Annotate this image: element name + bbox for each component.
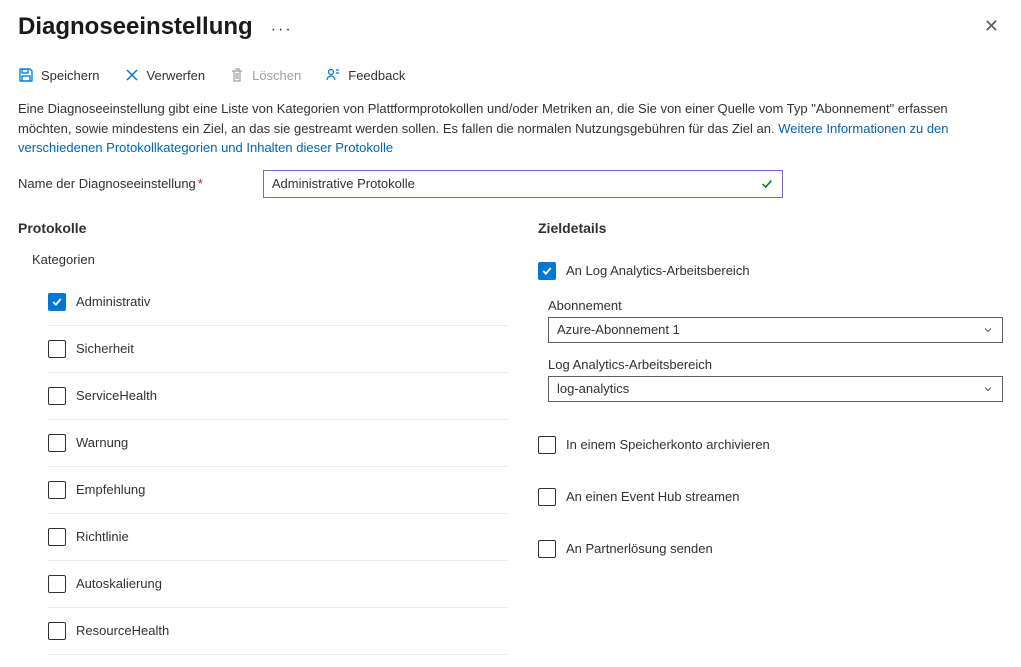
subscription-dropdown[interactable]: Azure-Abonnement 1 xyxy=(548,317,1003,343)
chevron-down-icon xyxy=(982,324,994,336)
category-label: Warnung xyxy=(76,435,128,450)
category-checkbox-servicehealth[interactable] xyxy=(48,387,66,405)
category-label: Administrativ xyxy=(76,294,150,309)
name-field-label-block: Name der Diagnoseeinstellung* xyxy=(18,176,203,191)
dest-storage-row: In einem Speicherkonto archivieren xyxy=(538,426,1003,464)
dest-partner-label: An Partnerlösung senden xyxy=(566,541,713,556)
category-checkbox-administrativ[interactable] xyxy=(48,293,66,311)
category-row: ServiceHealth xyxy=(48,373,508,420)
feedback-label: Feedback xyxy=(348,68,405,83)
dest-eventhub-label: An einen Event Hub streamen xyxy=(566,489,739,504)
discard-button[interactable]: Verwerfen xyxy=(124,67,206,83)
page-title: Diagnoseeinstellung xyxy=(18,13,253,41)
title-block: Diagnoseeinstellung ··· xyxy=(18,13,293,41)
required-indicator: * xyxy=(198,176,203,191)
save-label: Speichern xyxy=(41,68,100,83)
chevron-down-icon xyxy=(982,383,994,395)
dest-partner-row: An Partnerlösung senden xyxy=(538,530,1003,568)
destinations-column: Zieldetails An Log Analytics-Arbeitsbere… xyxy=(538,220,1003,655)
name-input[interactable]: Administrative Protokolle xyxy=(263,170,783,198)
check-icon xyxy=(760,177,774,191)
category-checkbox-resourcehealth[interactable] xyxy=(48,622,66,640)
header-row: Diagnoseeinstellung ··· ✕ xyxy=(18,12,1003,41)
dest-eventhub-checkbox[interactable] xyxy=(538,488,556,506)
delete-label: Löschen xyxy=(252,68,301,83)
dest-log-analytics-row: An Log Analytics-Arbeitsbereich xyxy=(538,252,1003,290)
workspace-label: Log Analytics-Arbeitsbereich xyxy=(548,357,1003,372)
category-row: Empfehlung xyxy=(48,467,508,514)
dest-storage-label: In einem Speicherkonto archivieren xyxy=(566,437,770,452)
name-input-value: Administrative Protokolle xyxy=(272,176,415,191)
toolbar: Speichern Verwerfen Löschen Feedback xyxy=(18,67,1003,99)
discard-icon xyxy=(124,67,140,83)
dest-log-analytics-label: An Log Analytics-Arbeitsbereich xyxy=(566,263,750,278)
protocols-title: Protokolle xyxy=(18,220,508,236)
category-checkbox-empfehlung[interactable] xyxy=(48,481,66,499)
category-row: Administrativ xyxy=(48,279,508,326)
close-icon[interactable]: ✕ xyxy=(980,12,1003,41)
discard-label: Verwerfen xyxy=(147,68,206,83)
dest-eventhub-row: An einen Event Hub streamen xyxy=(538,478,1003,516)
protocols-subtitle: Kategorien xyxy=(32,252,508,267)
name-field-label: Name der Diagnoseeinstellung xyxy=(18,176,196,191)
category-row: Sicherheit xyxy=(48,326,508,373)
subscription-value: Azure-Abonnement 1 xyxy=(557,322,680,337)
description-text: Eine Diagnoseeinstellung gibt eine Liste… xyxy=(18,99,1003,158)
more-icon[interactable]: ··· xyxy=(271,21,293,39)
main-columns: Protokolle Kategorien Administrativ Sich… xyxy=(18,220,1003,655)
category-row: Richtlinie xyxy=(48,514,508,561)
category-checkbox-richtlinie[interactable] xyxy=(48,528,66,546)
trash-icon xyxy=(229,67,245,83)
save-icon xyxy=(18,67,34,83)
category-row: ResourceHealth xyxy=(48,608,508,655)
subscription-label: Abonnement xyxy=(548,298,1003,313)
dest-log-analytics-checkbox[interactable] xyxy=(538,262,556,280)
delete-button: Löschen xyxy=(229,67,301,83)
protocols-column: Protokolle Kategorien Administrativ Sich… xyxy=(18,220,508,655)
category-checkbox-sicherheit[interactable] xyxy=(48,340,66,358)
category-checkbox-autoskalierung[interactable] xyxy=(48,575,66,593)
category-label: ResourceHealth xyxy=(76,623,169,638)
category-label: Autoskalierung xyxy=(76,576,162,591)
name-field-row: Name der Diagnoseeinstellung* Administra… xyxy=(18,170,1003,198)
feedback-button[interactable]: Feedback xyxy=(325,67,405,83)
category-row: Autoskalierung xyxy=(48,561,508,608)
category-label: Richtlinie xyxy=(76,529,129,544)
category-row: Warnung xyxy=(48,420,508,467)
subscription-block: Abonnement Azure-Abonnement 1 xyxy=(548,298,1003,343)
workspace-dropdown[interactable]: log-analytics xyxy=(548,376,1003,402)
category-list: Administrativ Sicherheit ServiceHealth W… xyxy=(48,279,508,655)
category-label: Empfehlung xyxy=(76,482,145,497)
destinations-title: Zieldetails xyxy=(538,220,1003,236)
dest-storage-checkbox[interactable] xyxy=(538,436,556,454)
dest-partner-checkbox[interactable] xyxy=(538,540,556,558)
feedback-icon xyxy=(325,67,341,83)
category-checkbox-warnung[interactable] xyxy=(48,434,66,452)
workspace-block: Log Analytics-Arbeitsbereich log-analyti… xyxy=(548,357,1003,402)
workspace-value: log-analytics xyxy=(557,381,629,396)
save-button[interactable]: Speichern xyxy=(18,67,100,83)
category-label: ServiceHealth xyxy=(76,388,157,403)
category-label: Sicherheit xyxy=(76,341,134,356)
